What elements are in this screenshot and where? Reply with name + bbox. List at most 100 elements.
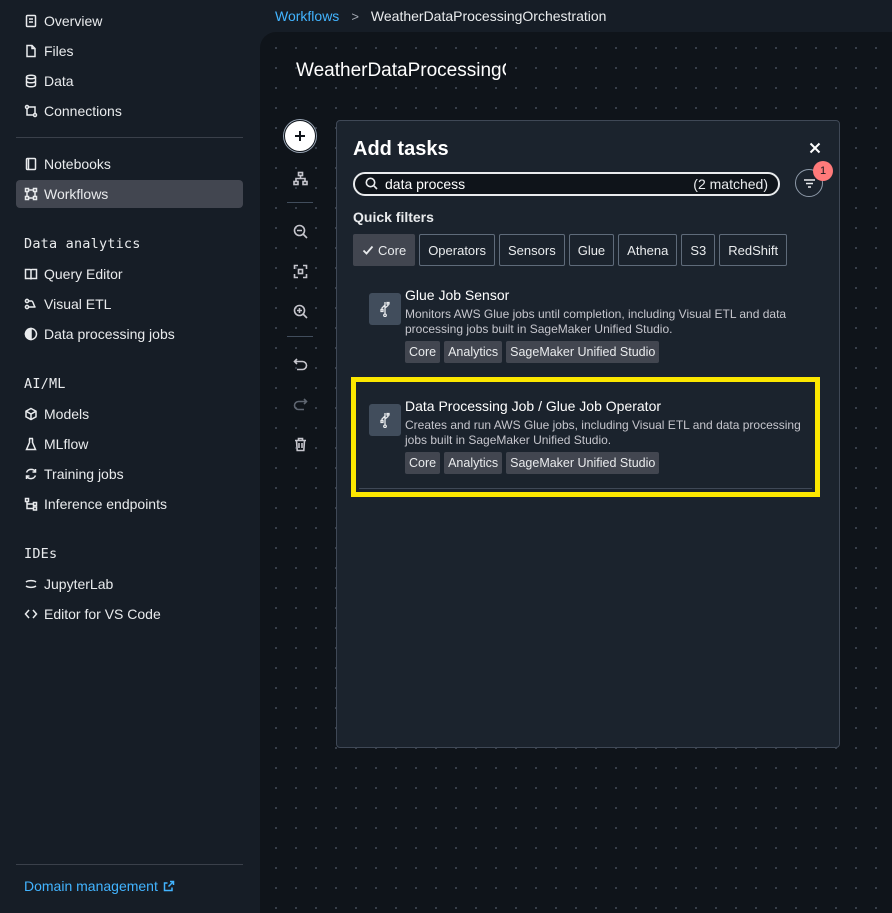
filter-chip-athena[interactable]: Athena [618, 234, 678, 266]
filter-chip-sensors[interactable]: Sensors [499, 234, 565, 266]
section-title-data-analytics: Data analytics [24, 236, 141, 252]
fit-screen-icon [293, 264, 307, 278]
task-description: Monitors AWS Glue jobs until completion,… [405, 307, 787, 336]
search-input[interactable] [385, 176, 665, 192]
panel-title: Add tasks [353, 138, 449, 160]
domain-management-link[interactable]: Domain management [24, 878, 175, 894]
auto-layout-button[interactable] [286, 164, 314, 192]
sidebar-item-label: Connections [44, 103, 122, 119]
tag-core: Core [405, 341, 441, 363]
document-icon [24, 14, 38, 28]
sidebar-item-inference-endpoints[interactable]: Inference endpoints [16, 490, 243, 518]
sidebar-item-workflows[interactable]: Workflows [16, 180, 243, 208]
zoom-out-icon [293, 224, 308, 239]
sidebar-item-data[interactable]: Data [16, 67, 243, 95]
sidebar-item-notebooks[interactable]: Notebooks [16, 150, 243, 178]
sidebar-item-query-editor[interactable]: Query Editor [16, 260, 243, 288]
sidebar-item-models[interactable]: Models [16, 400, 243, 428]
section-title-ides: IDEs [24, 546, 58, 562]
add-task-button[interactable] [284, 120, 316, 152]
sidebar-item-label: Editor for VS Code [44, 606, 161, 622]
sidebar-item-data-processing-jobs[interactable]: Data processing jobs [16, 320, 243, 348]
notebook-icon [24, 157, 38, 171]
etl-icon [24, 297, 38, 311]
filter-chip-operators[interactable]: Operators [419, 234, 495, 266]
sidebar-item-label: Workflows [44, 186, 109, 202]
connections-icon [24, 104, 38, 118]
zoom-out-button[interactable] [286, 217, 314, 245]
redo-icon [293, 397, 308, 410]
undo-button[interactable] [286, 350, 314, 378]
fit-view-button[interactable] [286, 257, 314, 285]
domain-management-label: Domain management [24, 878, 158, 894]
database-icon [24, 74, 38, 88]
app-root: Overview Files Data Connections Notebook… [0, 0, 892, 913]
plus-icon [295, 131, 305, 141]
sidebar-item-training-jobs[interactable]: Training jobs [16, 460, 243, 488]
sidebar-item-visual-etl[interactable]: Visual ETL [16, 290, 243, 318]
search-match-count: (2 matched) [693, 176, 768, 192]
filter-chip-glue[interactable]: Glue [568, 234, 615, 266]
sidebar-item-label: JupyterLab [44, 576, 114, 592]
hierarchy-icon [292, 171, 308, 185]
task-title: Glue Job Sensor [405, 287, 510, 303]
external-link-icon [163, 880, 175, 892]
code-icon [24, 607, 38, 621]
usb-task-icon [369, 293, 401, 325]
delete-button[interactable] [286, 430, 314, 458]
sidebar-divider [16, 137, 243, 138]
search-icon [365, 177, 379, 191]
highlight-box [351, 377, 820, 497]
sidebar-item-files[interactable]: Files [16, 37, 243, 65]
sidebar-item-label: Files [44, 43, 74, 59]
filter-count-badge: 1 [813, 161, 833, 181]
sidebar-item-label: Overview [44, 13, 103, 29]
sidebar-item-label: Data [44, 73, 74, 89]
endpoints-icon [24, 497, 38, 511]
sidebar-item-label: Query Editor [44, 266, 123, 282]
sidebar-item-label: Data processing jobs [44, 326, 175, 342]
undo-icon [292, 357, 307, 370]
filter-icon [803, 178, 815, 188]
sidebar-item-connections[interactable]: Connections [16, 97, 243, 125]
close-button[interactable] [805, 138, 825, 158]
close-icon [809, 142, 821, 154]
tag-analytics: Analytics [444, 341, 503, 363]
sidebar-item-label: Models [44, 406, 90, 422]
jupyter-icon [24, 577, 38, 591]
filter-chip-redshift[interactable]: RedShift [719, 234, 788, 266]
breadcrumb: Workflows > WeatherDataProcessingOrchest… [275, 8, 606, 24]
sidebar-item-vscode[interactable]: Editor for VS Code [16, 600, 243, 628]
filter-chip-s3[interactable]: S3 [681, 234, 716, 266]
toolbar-divider [287, 336, 313, 337]
sidebar-item-label: Training jobs [44, 466, 124, 482]
refresh-icon [24, 467, 38, 481]
half-circle-icon [24, 327, 38, 341]
file-icon [24, 44, 38, 58]
breadcrumb-current: WeatherDataProcessingOrchestration [370, 8, 607, 24]
sidebar-item-label: Notebooks [44, 156, 111, 172]
workflow-title[interactable]: WeatherDataProcessingOrchestration [296, 60, 506, 82]
search-field[interactable]: (2 matched) [353, 172, 780, 196]
task-tags: Core Analytics SageMaker Unified Studio [405, 341, 660, 363]
chip-label: Core [378, 242, 407, 258]
sidebar-item-jupyterlab[interactable]: JupyterLab [16, 570, 243, 598]
sidebar: Overview Files Data Connections Notebook… [0, 0, 258, 913]
breadcrumb-workflows-link[interactable]: Workflows [275, 8, 339, 24]
filter-chip-core[interactable]: Core [353, 234, 416, 266]
sidebar-item-label: Inference endpoints [44, 496, 167, 512]
quick-filters-label: Quick filters [353, 209, 434, 225]
breadcrumb-separator: > [351, 8, 359, 24]
book-icon [24, 267, 38, 281]
flask-icon [24, 437, 38, 451]
quick-filter-chips: Core Operators Sensors Glue Athena S3 Re… [353, 234, 788, 266]
sidebar-item-label: MLflow [44, 436, 89, 452]
cube-icon [24, 407, 38, 421]
toolbar-divider [287, 202, 313, 203]
zoom-in-icon [293, 304, 308, 319]
sidebar-item-overview[interactable]: Overview [16, 7, 243, 35]
task-result-glue-job-sensor[interactable]: Glue Job Sensor Monitors AWS Glue jobs u… [353, 287, 821, 377]
sidebar-item-mlflow[interactable]: MLflow [16, 430, 243, 458]
redo-button[interactable] [286, 390, 314, 418]
zoom-in-button[interactable] [286, 297, 314, 325]
